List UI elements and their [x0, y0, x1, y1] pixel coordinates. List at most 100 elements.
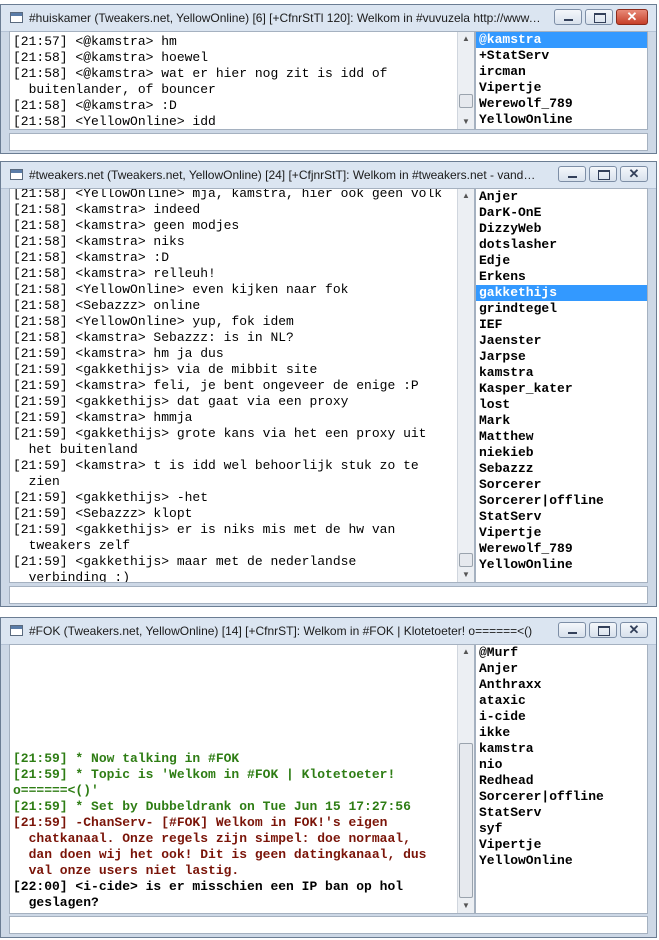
- nick-item[interactable]: Anjer: [476, 189, 647, 205]
- nick-item[interactable]: nio: [476, 757, 647, 773]
- nick-item[interactable]: @kamstra: [476, 32, 647, 48]
- nick-item[interactable]: StatServ: [476, 805, 647, 821]
- nick-item[interactable]: YellowOnline: [476, 557, 647, 573]
- chat-line: geslagen?: [13, 895, 99, 910]
- nick-item[interactable]: Mark: [476, 413, 647, 429]
- nick-item[interactable]: StatServ: [476, 509, 647, 525]
- nick-item[interactable]: kamstra: [476, 365, 647, 381]
- nick-list[interactable]: @kamstra +StatServ ircman Vipertje Werewolf_…: [475, 31, 648, 130]
- chat-line: buitenlander, of bouncer: [13, 82, 216, 97]
- nick-item[interactable]: Anjer: [476, 661, 647, 677]
- nick-item[interactable]: ircman: [476, 64, 647, 80]
- nick-item[interactable]: @Murf: [476, 645, 647, 661]
- nick-item[interactable]: lost: [476, 397, 647, 413]
- nick-item[interactable]: Sorcerer|offline: [476, 493, 647, 509]
- maximize-button[interactable]: [589, 166, 617, 182]
- scroll-down-arrow-icon[interactable]: ▼: [458, 568, 474, 582]
- nick-item[interactable]: Jaenster: [476, 333, 647, 349]
- close-button[interactable]: ✕: [616, 9, 648, 25]
- maximize-button[interactable]: [589, 622, 617, 638]
- chat-scrollbar[interactable]: ▲ ▼: [457, 189, 474, 582]
- window-huiskamer[interactable]: #huiskamer (Tweakers.net, YellowOnline) …: [0, 4, 657, 154]
- nick-item[interactable]: Anthraxx: [476, 677, 647, 693]
- nick-item[interactable]: DarK-OnE: [476, 205, 647, 221]
- chat-line: [21:58] <kamstra> geen modjes: [13, 218, 240, 233]
- nick-item[interactable]: dotslasher: [476, 237, 647, 253]
- scroll-down-arrow-icon[interactable]: ▼: [458, 115, 474, 129]
- chat-scrollbar[interactable]: ▲ ▼: [457, 645, 474, 913]
- chat-line: [21:59] <gakkethijs> grote kans via het …: [13, 426, 427, 441]
- scroll-down-arrow-icon[interactable]: ▼: [458, 899, 474, 913]
- chat-input[interactable]: [9, 133, 648, 152]
- chat-line: [21:59] <gakkethijs> dat gaat via een pr…: [13, 394, 349, 409]
- chat-log[interactable]: [21:58] <YellowOnline> mja, kamstra, hie…: [9, 188, 475, 583]
- nick-item[interactable]: Kasper_kater: [476, 381, 647, 397]
- nick-item[interactable]: Matthew: [476, 429, 647, 445]
- nick-item[interactable]: syf: [476, 821, 647, 837]
- chat-line: [21:59] <kamstra> feli, je bent ongeveer…: [13, 378, 419, 393]
- nick-item[interactable]: niekieb: [476, 445, 647, 461]
- nick-item[interactable]: Sebazzz: [476, 461, 647, 477]
- minimize-button[interactable]: [558, 622, 586, 638]
- nick-item[interactable]: ikke: [476, 725, 647, 741]
- nick-item[interactable]: Vipertje: [476, 837, 647, 853]
- chat-line: [21:58] <YellowOnline> even kijken naar …: [13, 282, 349, 297]
- nick-item[interactable]: IEF: [476, 317, 647, 333]
- chat-line: verbinding :): [13, 570, 131, 583]
- nick-item[interactable]: Werewolf_789: [476, 96, 647, 112]
- chat-line: chatkanaal. Onze regels zijn simpel: doe…: [13, 831, 411, 846]
- chat-input-field[interactable]: [10, 919, 647, 935]
- title-bar[interactable]: #huiskamer (Tweakers.net, YellowOnline) …: [1, 5, 656, 32]
- nick-item[interactable]: Sorcerer|offline: [476, 789, 647, 805]
- scroll-up-arrow-icon[interactable]: ▲: [458, 645, 474, 659]
- scroll-up-arrow-icon[interactable]: ▲: [458, 189, 474, 203]
- window-icon: [10, 625, 23, 636]
- chat-scrollbar[interactable]: ▲ ▼: [457, 32, 474, 129]
- chat-line: het buitenland: [13, 442, 138, 457]
- nick-list[interactable]: @Murf Anjer Anthraxx ataxic i-cide ikke kamstr…: [475, 644, 648, 914]
- chat-log[interactable]: [21:59] * Now talking in #FOK [21:59] * T…: [9, 644, 475, 914]
- nick-item[interactable]: Erkens: [476, 269, 647, 285]
- chat-input[interactable]: [9, 586, 648, 605]
- chat-input-field[interactable]: [10, 136, 647, 152]
- chat-input[interactable]: [9, 916, 648, 935]
- maximize-button[interactable]: [585, 9, 613, 25]
- chat-line: [21:59] <kamstra> hmmja: [13, 410, 193, 425]
- close-button[interactable]: ✕: [620, 166, 648, 182]
- nick-item[interactable]: kamstra: [476, 741, 647, 757]
- title-bar[interactable]: #tweakers.net (Tweakers.net, YellowOnlin…: [1, 162, 656, 189]
- nick-item[interactable]: grindtegel: [476, 301, 647, 317]
- nick-item[interactable]: Edje: [476, 253, 647, 269]
- nick-item[interactable]: YellowOnline: [476, 853, 647, 869]
- nick-item[interactable]: Sorcerer: [476, 477, 647, 493]
- scroll-thumb[interactable]: [459, 94, 473, 108]
- chat-line: [21:58] <YellowOnline> mja, kamstra, hie…: [13, 188, 443, 201]
- nick-item[interactable]: ataxic: [476, 693, 647, 709]
- window-fok[interactable]: #FOK (Tweakers.net, YellowOnline) [14] […: [0, 617, 657, 938]
- nick-item[interactable]: Redhead: [476, 773, 647, 789]
- nick-item[interactable]: +StatServ: [476, 48, 647, 64]
- scroll-thumb[interactable]: [459, 553, 473, 567]
- chat-lines: [21:58] <YellowOnline> mja, kamstra, hie…: [10, 188, 474, 583]
- nick-item[interactable]: gakkethijs: [476, 285, 647, 301]
- nick-item[interactable]: YellowOnline: [476, 112, 647, 128]
- scroll-thumb[interactable]: [459, 743, 473, 898]
- nick-list[interactable]: Anjer DarK-OnE DizzyWeb dotslasher Edje Erken…: [475, 188, 648, 583]
- title-bar[interactable]: #FOK (Tweakers.net, YellowOnline) [14] […: [1, 618, 656, 645]
- window-tweakers[interactable]: #tweakers.net (Tweakers.net, YellowOnlin…: [0, 161, 657, 607]
- window-icon: [10, 169, 23, 180]
- nick-item[interactable]: Vipertje: [476, 80, 647, 96]
- close-icon: ✕: [628, 622, 640, 637]
- chat-input-field[interactable]: [10, 589, 647, 605]
- nick-item[interactable]: Vipertje: [476, 525, 647, 541]
- nick-item[interactable]: Werewolf_789: [476, 541, 647, 557]
- minimize-button[interactable]: [554, 9, 582, 25]
- nick-item[interactable]: Jarpse: [476, 349, 647, 365]
- scroll-up-arrow-icon[interactable]: ▲: [458, 32, 474, 46]
- minimize-button[interactable]: [558, 166, 586, 182]
- nick-item[interactable]: i-cide: [476, 709, 647, 725]
- close-button[interactable]: ✕: [620, 622, 648, 638]
- chat-log[interactable]: [21:57] <@kamstra> hm [21:58] <@kamstra> …: [9, 31, 475, 130]
- nick-item[interactable]: DizzyWeb: [476, 221, 647, 237]
- window-title: #FOK (Tweakers.net, YellowOnline) [14] […: [29, 624, 533, 638]
